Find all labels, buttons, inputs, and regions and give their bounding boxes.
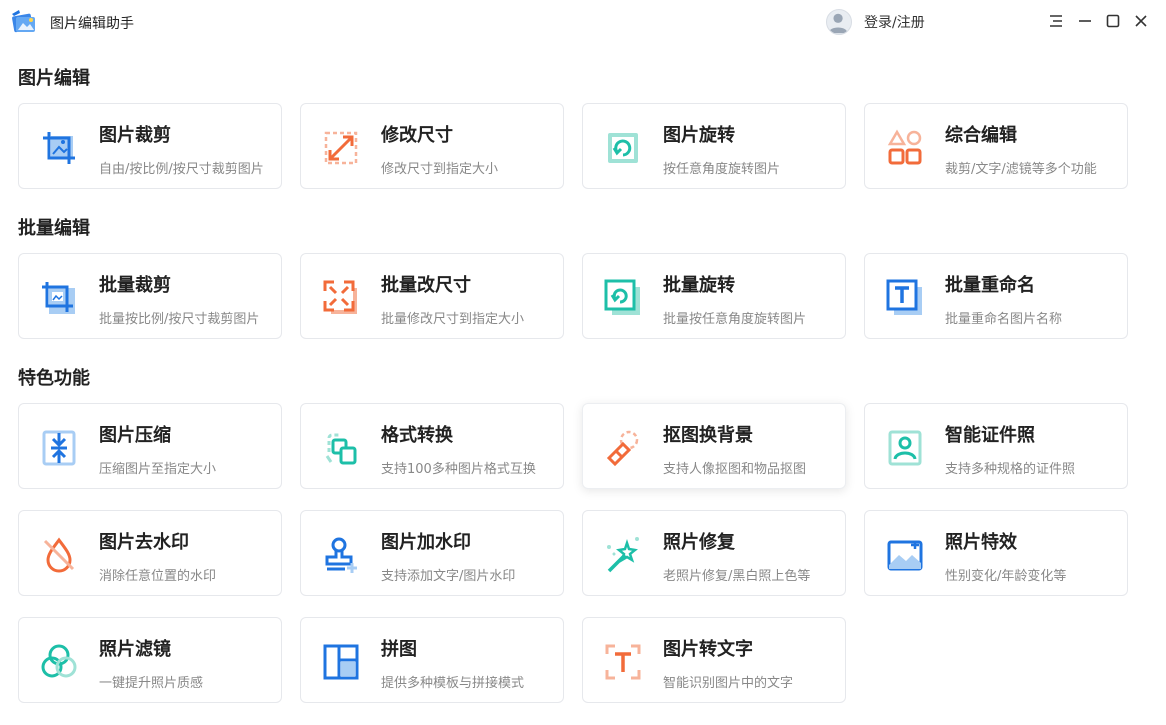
card-desc: 修改尺寸到指定大小 xyxy=(381,162,499,177)
card-title: 批量旋转 xyxy=(663,275,735,296)
card-desc: 支持人像抠图和物品抠图 xyxy=(663,462,807,477)
card-desc: 支持添加文字/图片水印 xyxy=(381,569,516,584)
card-resize[interactable]: 修改尺寸 修改尺寸到指定大小 xyxy=(300,103,564,189)
app-logo-icon xyxy=(10,8,38,36)
eraser-icon xyxy=(603,428,643,468)
card-desc: 智能识别图片中的文字 xyxy=(663,676,794,691)
no-watermark-icon xyxy=(39,535,79,575)
card-title: 图片加水印 xyxy=(381,532,471,553)
card-title: 图片压缩 xyxy=(99,425,171,446)
card-format-convert[interactable]: 格式转换 支持100多种图片格式互换 xyxy=(300,403,564,489)
id-photo-icon xyxy=(885,428,925,468)
card-title: 批量重命名 xyxy=(945,275,1035,296)
card-title: 图片去水印 xyxy=(99,532,189,553)
section-title-batch-edit: 批量编辑 xyxy=(18,218,90,239)
app-title: 图片编辑助手 xyxy=(50,16,134,32)
ocr-icon xyxy=(603,642,643,682)
card-title: 抠图换背景 xyxy=(663,425,753,446)
card-desc: 批量按比例/按尺寸裁剪图片 xyxy=(99,312,260,327)
batch-rotate-icon xyxy=(603,278,643,318)
section-title-special-features: 特色功能 xyxy=(18,368,90,389)
minimize-icon[interactable] xyxy=(1074,10,1096,32)
rotate-icon xyxy=(603,128,643,168)
card-desc: 支持100多种图片格式互换 xyxy=(381,462,536,477)
card-title: 修改尺寸 xyxy=(381,125,453,146)
card-desc: 消除任意位置的水印 xyxy=(99,569,217,584)
card-desc: 性别变化/年龄变化等 xyxy=(945,569,1067,584)
card-desc: 批量重命名图片名称 xyxy=(945,312,1063,327)
card-batch-crop[interactable]: 批量裁剪 批量按比例/按尺寸裁剪图片 xyxy=(18,253,282,339)
close-icon[interactable] xyxy=(1130,10,1152,32)
login-label: 登录/注册 xyxy=(864,15,925,31)
batch-crop-icon xyxy=(39,278,79,318)
card-title: 照片特效 xyxy=(945,532,1017,553)
card-id-photo[interactable]: 智能证件照 支持多种规格的证件照 xyxy=(864,403,1128,489)
card-desc: 压缩图片至指定大小 xyxy=(99,462,217,477)
card-compress[interactable]: 图片压缩 压缩图片至指定大小 xyxy=(18,403,282,489)
card-image-crop[interactable]: 图片裁剪 自由/按比例/按尺寸裁剪图片 xyxy=(18,103,282,189)
card-desc: 批量修改尺寸到指定大小 xyxy=(381,312,525,327)
card-desc: 按任意角度旋转图片 xyxy=(663,162,781,177)
batch-resize-icon xyxy=(321,278,361,318)
format-convert-icon xyxy=(321,428,361,468)
title-bar: 图片编辑助手 登录/注册 xyxy=(0,0,1166,44)
card-batch-rotate[interactable]: 批量旋转 批量按任意角度旋转图片 xyxy=(582,253,846,339)
card-desc: 一键提升照片质感 xyxy=(99,676,204,691)
filter-icon xyxy=(39,642,79,682)
compress-icon xyxy=(39,428,79,468)
card-remove-watermark[interactable]: 图片去水印 消除任意位置的水印 xyxy=(18,510,282,596)
card-title: 图片旋转 xyxy=(663,125,735,146)
login-button[interactable]: 登录/注册 xyxy=(826,8,925,36)
card-rotate[interactable]: 图片旋转 按任意角度旋转图片 xyxy=(582,103,846,189)
card-cutout-background[interactable]: 抠图换背景 支持人像抠图和物品抠图 xyxy=(582,403,846,489)
card-title: 综合编辑 xyxy=(945,125,1017,146)
maximize-icon[interactable] xyxy=(1102,10,1124,32)
card-add-watermark[interactable]: 图片加水印 支持添加文字/图片水印 xyxy=(300,510,564,596)
card-desc: 支持多种规格的证件照 xyxy=(945,462,1076,477)
crop-icon xyxy=(39,128,79,168)
avatar xyxy=(826,9,852,35)
shapes-icon xyxy=(885,128,925,168)
card-title: 拼图 xyxy=(381,639,417,660)
card-title: 图片裁剪 xyxy=(99,125,171,146)
card-batch-rename[interactable]: 批量重命名 批量重命名图片名称 xyxy=(864,253,1128,339)
card-title: 照片滤镜 xyxy=(99,639,171,660)
card-desc: 老照片修复/黑白照上色等 xyxy=(663,569,811,584)
card-image-to-text[interactable]: 图片转文字 智能识别图片中的文字 xyxy=(582,617,846,703)
card-photo-repair[interactable]: 照片修复 老照片修复/黑白照上色等 xyxy=(582,510,846,596)
card-title: 照片修复 xyxy=(663,532,735,553)
add-watermark-icon xyxy=(321,535,361,575)
card-desc: 裁剪/文字/滤镜等多个功能 xyxy=(945,162,1097,177)
resize-icon xyxy=(321,128,361,168)
card-title: 格式转换 xyxy=(381,425,453,446)
card-title: 批量裁剪 xyxy=(99,275,171,296)
menu-icon[interactable] xyxy=(1045,10,1067,32)
card-photo-filter[interactable]: 照片滤镜 一键提升照片质感 xyxy=(18,617,282,703)
magic-wand-icon xyxy=(603,535,643,575)
card-title: 批量改尺寸 xyxy=(381,275,471,296)
card-desc: 提供多种模板与拼接模式 xyxy=(381,676,525,691)
photo-effect-icon xyxy=(885,535,925,575)
card-batch-resize[interactable]: 批量改尺寸 批量修改尺寸到指定大小 xyxy=(300,253,564,339)
card-title: 图片转文字 xyxy=(663,639,753,660)
batch-rename-icon xyxy=(885,278,925,318)
card-comprehensive-edit[interactable]: 综合编辑 裁剪/文字/滤镜等多个功能 xyxy=(864,103,1128,189)
card-photo-effect[interactable]: 照片特效 性别变化/年龄变化等 xyxy=(864,510,1128,596)
collage-icon xyxy=(321,642,361,682)
card-collage[interactable]: 拼图 提供多种模板与拼接模式 xyxy=(300,617,564,703)
card-desc: 批量按任意角度旋转图片 xyxy=(663,312,807,327)
card-desc: 自由/按比例/按尺寸裁剪图片 xyxy=(99,162,264,177)
card-title: 智能证件照 xyxy=(945,425,1035,446)
section-title-image-edit: 图片编辑 xyxy=(18,68,90,89)
